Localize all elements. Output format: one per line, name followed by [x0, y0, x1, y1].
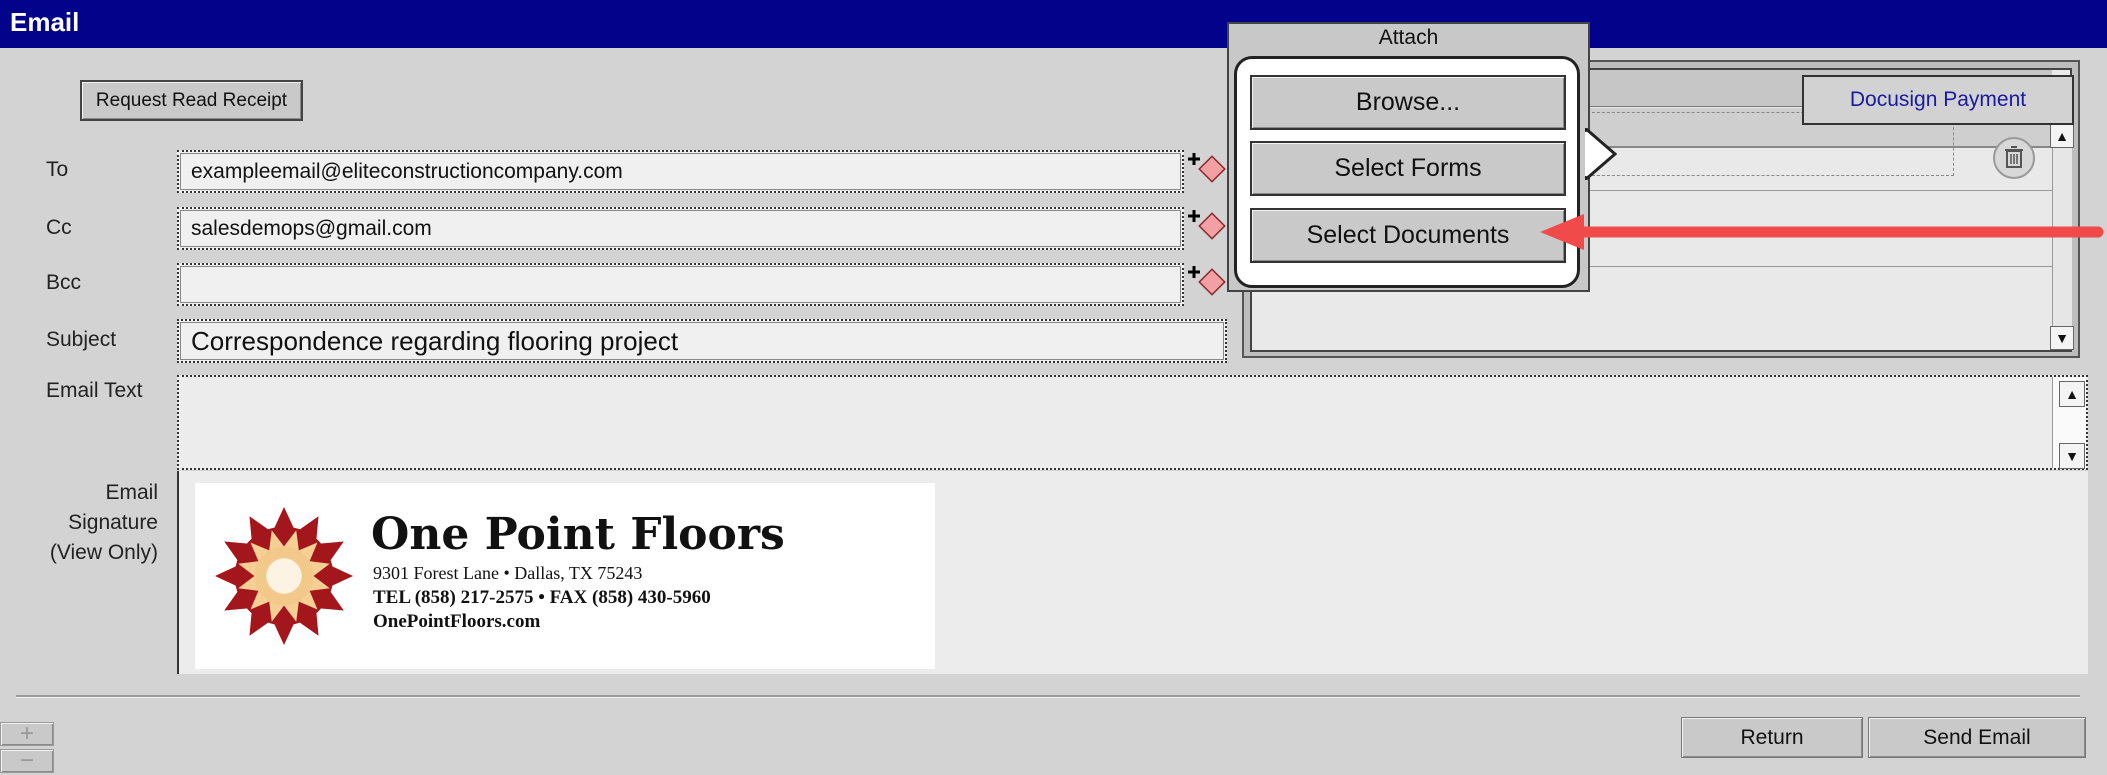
attach-popup: Attach Browse... Select Forms Select Doc…	[1227, 22, 1590, 292]
scroll-down-icon[interactable]: ▼	[2059, 443, 2085, 469]
email-text-label: Email Text	[46, 379, 143, 402]
select-documents-button[interactable]: Select Documents	[1250, 208, 1566, 263]
window-title: Email	[10, 7, 80, 37]
return-button[interactable]: Return	[1681, 717, 1863, 758]
signature-phone: TEL (858) 217-2575 • FAX (858) 430-5960	[373, 587, 711, 608]
add-recipient-icon[interactable]	[1187, 207, 1227, 247]
sun-logo-icon	[214, 506, 354, 646]
email-text-area[interactable]: ▲ ▼	[177, 375, 2088, 470]
select-forms-button[interactable]: Select Forms	[1250, 141, 1566, 196]
signature-label-line: (View Only)	[49, 541, 158, 564]
signature-area: One Point Floors 9301 Forest Lane • Dall…	[177, 471, 2088, 674]
browse-button[interactable]: Browse...	[1250, 75, 1566, 130]
zoom-out-button[interactable]: −	[0, 747, 54, 774]
signature-company: One Point Floors	[371, 509, 785, 560]
subject-label: Subject	[46, 328, 117, 351]
bcc-field[interactable]	[177, 263, 1184, 306]
add-recipient-icon[interactable]	[1187, 150, 1227, 190]
signature-label-line: Email	[105, 481, 158, 504]
scroll-down-icon[interactable]: ▼	[2050, 326, 2074, 350]
trash-icon[interactable]	[1992, 136, 2036, 180]
bcc-label: Bcc	[46, 271, 82, 294]
red-arrow-annotation	[1540, 214, 2104, 250]
add-recipient-icon[interactable]	[1187, 263, 1227, 303]
send-email-button[interactable]: Send Email	[1868, 717, 2086, 758]
cc-label: Cc	[46, 216, 72, 239]
footer-separator	[16, 695, 2080, 698]
request-read-receipt-button[interactable]: Request Read Receipt	[80, 80, 303, 121]
signature-address: 9301 Forest Lane • Dallas, TX 75243	[373, 563, 643, 583]
signature-website: OnePointFloors.com	[373, 611, 541, 632]
to-field[interactable]: exampleemail@eliteconstructioncompany.co…	[177, 150, 1184, 193]
to-label: To	[46, 158, 69, 181]
tab-docusign-payment[interactable]: Docusign Payment	[1802, 75, 2074, 125]
email-text-scrollbar[interactable]: ▲ ▼	[2052, 377, 2086, 469]
zoom-in-button[interactable]: +	[0, 720, 54, 747]
scroll-up-icon[interactable]: ▲	[2059, 381, 2085, 407]
signature-label: Email Signature (View Only)	[40, 478, 158, 568]
popup-pointer-icon	[1585, 128, 1618, 180]
subject-field[interactable]: Correspondence regarding flooring projec…	[177, 319, 1227, 363]
window-titlebar: Email	[0, 0, 2107, 48]
cc-field[interactable]: salesdemops@gmail.com	[177, 207, 1184, 250]
attach-popup-body: Browse... Select Forms Select Documents	[1234, 56, 1580, 288]
attach-popup-title: Attach	[1378, 26, 1439, 49]
signature-card: One Point Floors 9301 Forest Lane • Dall…	[195, 483, 935, 669]
scroll-up-icon[interactable]: ▲	[2050, 124, 2074, 148]
signature-label-line: Signature	[68, 511, 158, 534]
